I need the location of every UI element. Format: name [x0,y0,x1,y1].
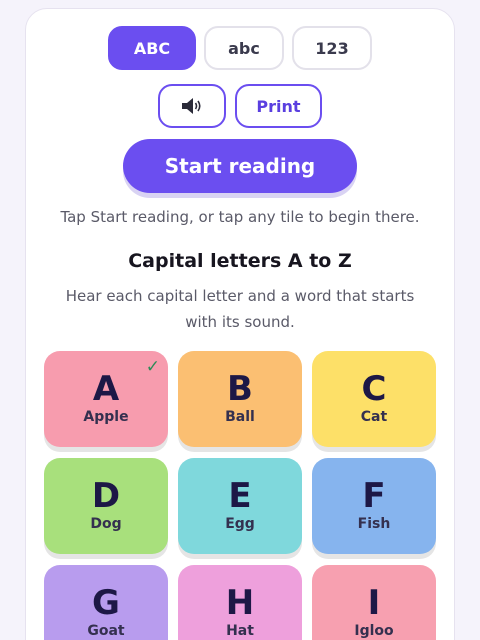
tile-word: Egg [225,516,255,532]
section-title: Capital letters A to Z [128,250,352,272]
tile-word: Hat [226,623,254,639]
mode-uppercase-button[interactable]: ABC [108,26,196,70]
start-reading-button[interactable]: Start reading [123,139,357,193]
tile-letter: I [367,583,381,623]
letter-tile-c[interactable]: C Cat [312,351,436,447]
tile-word: Fish [357,516,391,532]
speaker-icon [181,97,203,115]
sound-button[interactable] [158,84,226,128]
tile-letter: H [225,583,255,623]
letter-tile-b[interactable]: B Ball [178,351,302,447]
section-description: Hear each capital letter and a word that… [65,287,415,331]
tile-word: Ball [225,409,255,425]
check-icon: ✓ [145,357,160,377]
tile-letter: E [228,476,252,516]
tile-word: Igloo [354,623,394,639]
print-button[interactable]: Print [235,84,322,128]
tile-word: Cat [360,409,388,425]
tile-letter: D [91,476,121,516]
tile-word: Dog [90,516,122,532]
tile-letter: A [92,369,120,409]
letter-tile-h[interactable]: H Hat [178,565,302,640]
mode-numbers-button[interactable]: 123 [292,26,372,70]
tile-word: Apple [83,409,129,425]
tile-letter: G [92,583,120,623]
tile-letter: C [361,369,387,409]
letter-tile-e[interactable]: E Egg [178,458,302,554]
tile-letter: F [362,476,386,516]
letter-tile-i[interactable]: I Igloo [312,565,436,640]
letter-tile-a[interactable]: ✓ A Apple [44,351,168,447]
tile-letter: B [227,369,253,409]
letter-tile-d[interactable]: D Dog [44,458,168,554]
hint-text: Tap Start reading, or tap any tile to be… [60,208,420,226]
letter-tile-g[interactable]: G Goat [44,565,168,640]
tile-word: Goat [87,623,125,639]
letter-tile-f[interactable]: F Fish [312,458,436,554]
mode-lowercase-button[interactable]: abc [204,26,284,70]
